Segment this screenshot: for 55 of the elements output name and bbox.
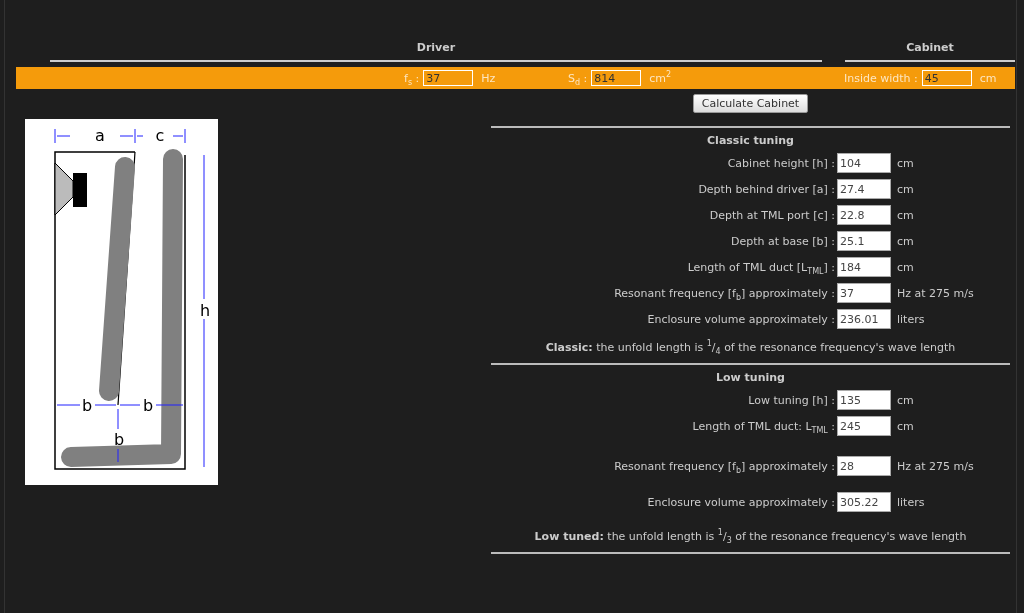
field-label: Length of TML duct [L$_{TML}$] : [686,260,835,274]
unit-label: cm [979,71,997,85]
dimension-label: b [142,396,154,415]
unit-label: Hz at 275 m/s [897,459,975,473]
section-title: Low tuning [715,371,786,385]
parameter-input[interactable]: 37 [423,70,474,86]
parameter-input[interactable]: 814 [591,70,642,86]
calculate-button[interactable]: Calculate Cabinet [692,94,809,113]
unit-label: cm [897,156,915,170]
unit-label: cm [897,419,915,433]
dimension-label: b [113,430,125,449]
section-title: Classic tuning [706,134,795,148]
field-label: Cabinet height [h] : [726,156,835,170]
unit-label: Hz at 275 m/s [897,286,975,300]
dimension-label: a [95,126,105,145]
unit-label: cm$^{2}$ [649,71,672,85]
result-input[interactable]: 37 [837,283,891,303]
result-input[interactable]: 245 [837,416,891,436]
field-label: Resonant frequency [f$_{b}$] approximately : [613,286,835,300]
unit-label: liters [897,312,926,326]
field-label: Low tuning [h] : [747,393,835,407]
dimension-label: c [155,126,165,145]
unit-label: cm [897,393,915,407]
result-input[interactable]: 135 [837,390,891,410]
result-input[interactable]: 184 [837,257,891,277]
tuning-note: Low tuned: the unfold length is $^{1}$/$_{3}$ of the resonance frequency's wave length [533,530,968,543]
field-label: Enclosure volume approximately : [646,312,835,326]
field-label: Enclosure volume approximately : [646,495,835,509]
tuning-note: Classic: the unfold length is $^{1}$/$_{4}$ of the resonance frequency's wave length [544,341,957,354]
result-input[interactable]: 236.01 [837,309,891,329]
field-label: Depth behind driver [a] : [697,182,835,196]
result-input[interactable]: 25.1 [837,231,891,251]
unit-label: liters [897,495,926,509]
result-input[interactable]: 27.4 [837,179,891,199]
column-heading: Driver [50,41,822,62]
field-label: Resonant frequency [f$_{b}$] approximately : [613,459,835,473]
unit-label: cm [897,208,915,222]
result-input[interactable]: 305.22 [837,492,891,512]
field-label: Length of TML duct: L$_{TML}$ : [691,419,835,433]
unit-label: cm [897,182,915,196]
result-input[interactable]: 22.8 [837,205,891,225]
result-input[interactable]: 104 [837,153,891,173]
field-label: Depth at base [b] : [729,234,835,248]
unit-label: cm [897,234,915,248]
field-label: Depth at TML port [c] : [708,208,835,222]
dimension-label: h [199,301,211,320]
parameter-label: S$_{d}$ : [568,71,588,85]
parameter-input[interactable]: 45 [921,70,972,86]
unit-label: cm [897,260,915,274]
unit-label: Hz [481,71,496,85]
parameter-label: f$_{s}$ : [404,71,420,85]
result-input[interactable]: 28 [837,456,891,476]
column-heading: Cabinet [845,41,1015,62]
parameter-label: Inside width : [844,71,918,85]
dimension-label: b [81,396,93,415]
